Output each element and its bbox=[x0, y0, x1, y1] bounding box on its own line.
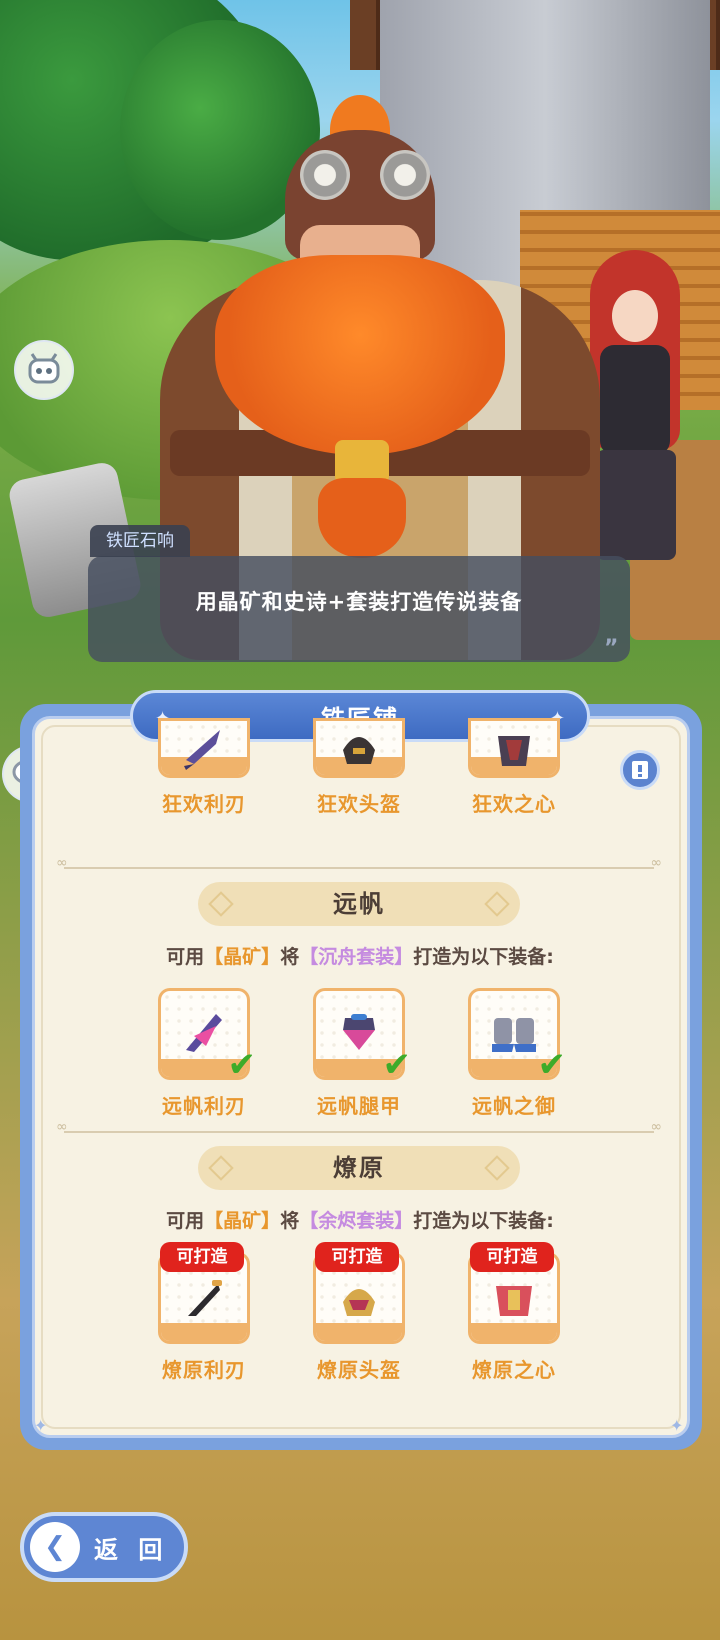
diamond-ornament bbox=[484, 1155, 510, 1181]
item-name: 燎原利刃 bbox=[162, 1358, 246, 1382]
item-frame: 可打造 bbox=[313, 1242, 405, 1344]
blade-icon bbox=[186, 1014, 222, 1052]
robot-assistant-button[interactable] bbox=[14, 340, 74, 400]
owned-check-icon: ✔ bbox=[227, 1045, 257, 1085]
section-divider bbox=[56, 855, 662, 871]
item-icon-area bbox=[161, 721, 247, 775]
back-button[interactable]: ❮ 返 回 bbox=[20, 1512, 188, 1582]
npc-girl-legs bbox=[596, 450, 676, 560]
equipment-item[interactable]: 狂欢之心 bbox=[468, 718, 560, 817]
craftable-badge: 可打造 bbox=[160, 1242, 244, 1272]
item-name: 狂欢利刃 bbox=[162, 792, 246, 816]
item-frame: 可打造 bbox=[468, 1242, 560, 1344]
owned-check-icon: ✔ bbox=[537, 1045, 567, 1085]
dialogue-text: 用晶矿和史诗+套装打造传说装备 bbox=[195, 590, 523, 614]
item-frame bbox=[313, 718, 405, 778]
equipment-item[interactable]: ✔ 远帆腿甲 bbox=[313, 988, 411, 1119]
blade-icon bbox=[184, 730, 220, 770]
leg-armor-icon bbox=[343, 1014, 375, 1050]
diamond-ornament bbox=[484, 891, 510, 917]
instruction-text: 将 bbox=[280, 946, 300, 968]
corner-ornament: ✦ bbox=[34, 1416, 48, 1435]
equipment-item[interactable]: 狂欢头盔 bbox=[313, 718, 405, 817]
equipment-item[interactable]: ✔ 远帆利刃 bbox=[158, 988, 256, 1119]
craftable-badge: 可打造 bbox=[315, 1242, 399, 1272]
instruction-text: 将 bbox=[280, 1210, 300, 1232]
goggle-right bbox=[380, 150, 430, 200]
helmet-icon bbox=[343, 1289, 375, 1316]
section-title: 燎原 bbox=[198, 1146, 520, 1190]
equipment-item[interactable]: 可打造 燎原利刃 bbox=[158, 1242, 250, 1383]
item-name: 燎原头盔 bbox=[317, 1358, 401, 1382]
set-name: 【余烬套装】 bbox=[299, 1210, 414, 1232]
item-name: 远帆利刃 bbox=[162, 1094, 246, 1118]
instruction-text: 可用 bbox=[166, 946, 205, 968]
armor-icon bbox=[498, 736, 530, 766]
item-frame: ✔ bbox=[158, 988, 256, 1082]
item-name: 远帆腿甲 bbox=[317, 1094, 401, 1118]
material-name: 【晶矿】 bbox=[204, 1210, 281, 1232]
goggle-left bbox=[300, 150, 350, 200]
book-icon[interactable] bbox=[620, 750, 660, 790]
boots-icon bbox=[492, 1018, 536, 1052]
section-instruction: 可用【晶矿】将【余烬套装】打造为以下装备: bbox=[40, 1206, 680, 1233]
beard-tail bbox=[318, 478, 406, 558]
set-name: 【沉舟套装】 bbox=[299, 946, 414, 968]
npc-girl-face bbox=[612, 290, 658, 342]
equipment-item[interactable]: ✔ 远帆之御 bbox=[468, 988, 566, 1119]
instruction-text: 打造为以下装备: bbox=[413, 1210, 554, 1232]
back-arrow-icon: ❮ bbox=[30, 1522, 80, 1572]
helmet-icon bbox=[343, 737, 375, 764]
equipment-item[interactable]: 可打造 燎原之心 bbox=[468, 1242, 560, 1383]
diamond-ornament bbox=[208, 891, 234, 917]
section-instruction: 可用【晶矿】将【沉舟套装】打造为以下装备: bbox=[40, 942, 680, 969]
section-title-text: 燎原 bbox=[333, 1154, 385, 1182]
equipment-item[interactable]: 可打造 燎原头盔 bbox=[313, 1242, 405, 1383]
corner-ornament: ✦ bbox=[670, 1416, 684, 1435]
item-name: 燎原之心 bbox=[472, 1358, 556, 1382]
equipment-item[interactable]: 狂欢利刃 bbox=[158, 718, 250, 817]
item-frame: 可打造 bbox=[158, 1242, 250, 1344]
blacksmith-beard bbox=[215, 255, 505, 455]
dialogue-end-mark: ” bbox=[604, 636, 619, 661]
material-name: 【晶矿】 bbox=[204, 946, 281, 968]
section-title-text: 远帆 bbox=[333, 890, 385, 918]
item-frame: ✔ bbox=[313, 988, 411, 1082]
instruction-text: 可用 bbox=[166, 1210, 205, 1232]
robot-icon bbox=[28, 353, 60, 384]
item-frame bbox=[468, 718, 560, 778]
npc-girl-body bbox=[600, 345, 670, 455]
book-glyph bbox=[632, 761, 648, 779]
craftable-badge: 可打造 bbox=[470, 1242, 554, 1272]
section-divider bbox=[56, 1119, 662, 1135]
diamond-ornament bbox=[208, 1155, 234, 1181]
item-name: 狂欢头盔 bbox=[317, 792, 401, 816]
item-frame: ✔ bbox=[468, 988, 566, 1082]
item-name: 远帆之御 bbox=[472, 1094, 556, 1118]
blade-icon bbox=[188, 1280, 222, 1316]
item-icon-area bbox=[316, 721, 402, 775]
item-icon-area bbox=[471, 721, 557, 775]
section-title: 远帆 bbox=[198, 882, 520, 926]
back-button-label: 返 回 bbox=[94, 1535, 169, 1564]
item-frame bbox=[158, 718, 250, 778]
instruction-text: 打造为以下装备: bbox=[413, 946, 554, 968]
speaker-name: 铁匠石响 bbox=[90, 525, 190, 557]
owned-check-icon: ✔ bbox=[382, 1045, 412, 1085]
item-name: 狂欢之心 bbox=[472, 792, 556, 816]
armor-icon bbox=[496, 1286, 532, 1316]
